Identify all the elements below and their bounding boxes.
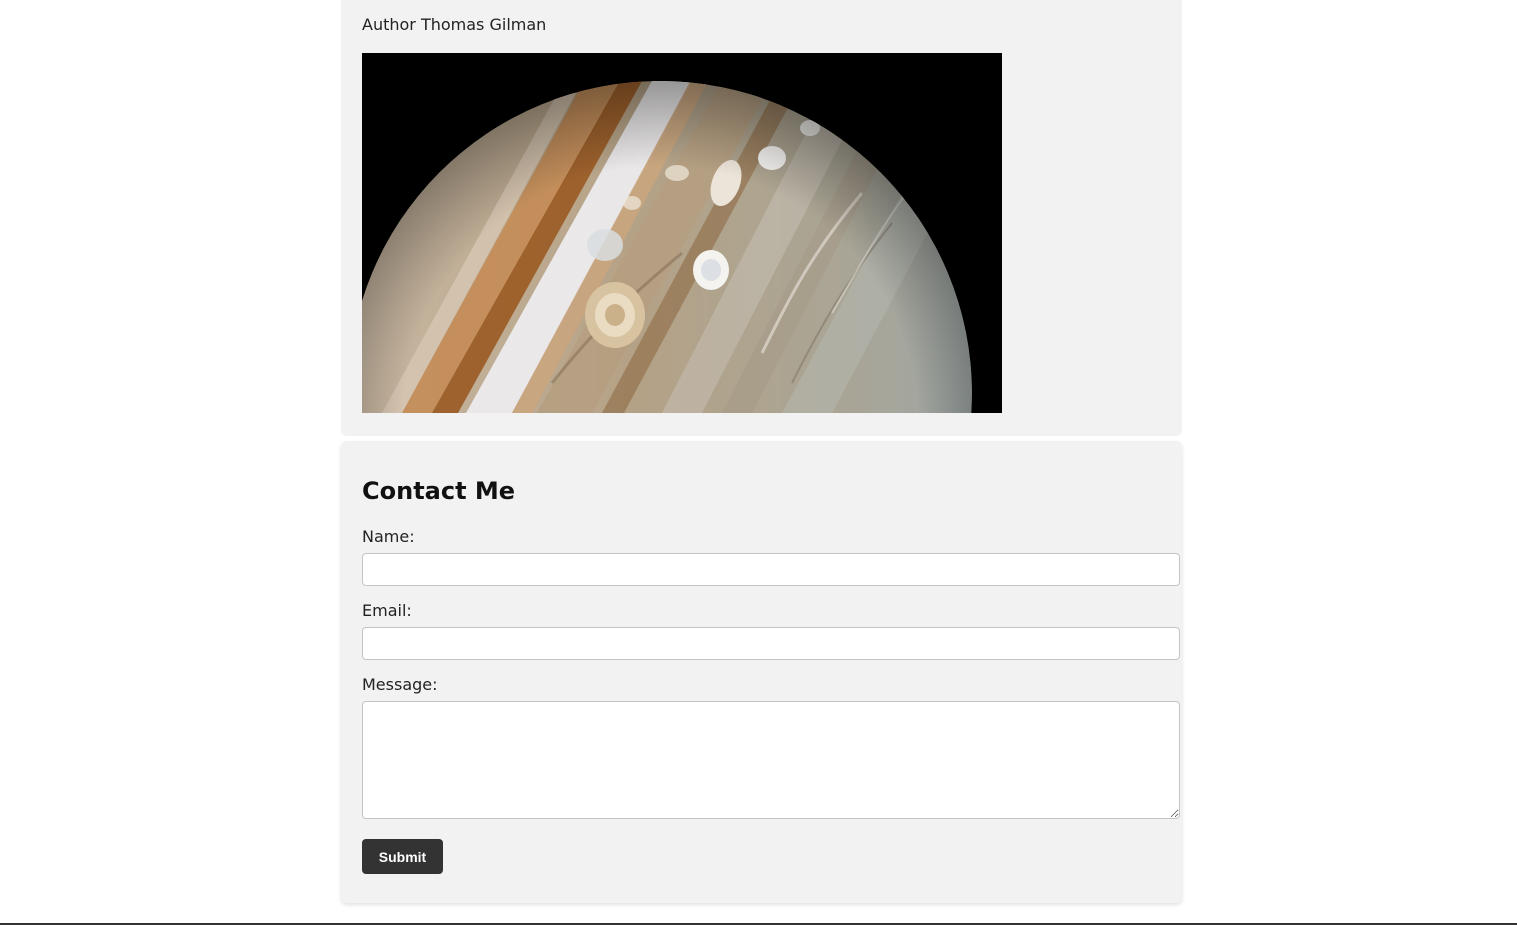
jupiter-image <box>362 53 1002 413</box>
message-textarea[interactable] <box>362 701 1180 819</box>
contact-card: Contact Me Name: Email: Message: Submit <box>341 441 1182 903</box>
article-card: Author Thomas Gilman <box>341 0 1182 436</box>
message-label: Message: <box>362 675 438 694</box>
email-input[interactable] <box>362 627 1180 660</box>
name-input[interactable] <box>362 553 1180 586</box>
author-line: Author Thomas Gilman <box>362 15 547 34</box>
submit-button[interactable]: Submit <box>362 839 443 874</box>
contact-title: Contact Me <box>362 477 516 505</box>
email-label: Email: <box>362 601 412 620</box>
jupiter-illustration <box>362 53 1002 413</box>
name-label: Name: <box>362 527 415 546</box>
